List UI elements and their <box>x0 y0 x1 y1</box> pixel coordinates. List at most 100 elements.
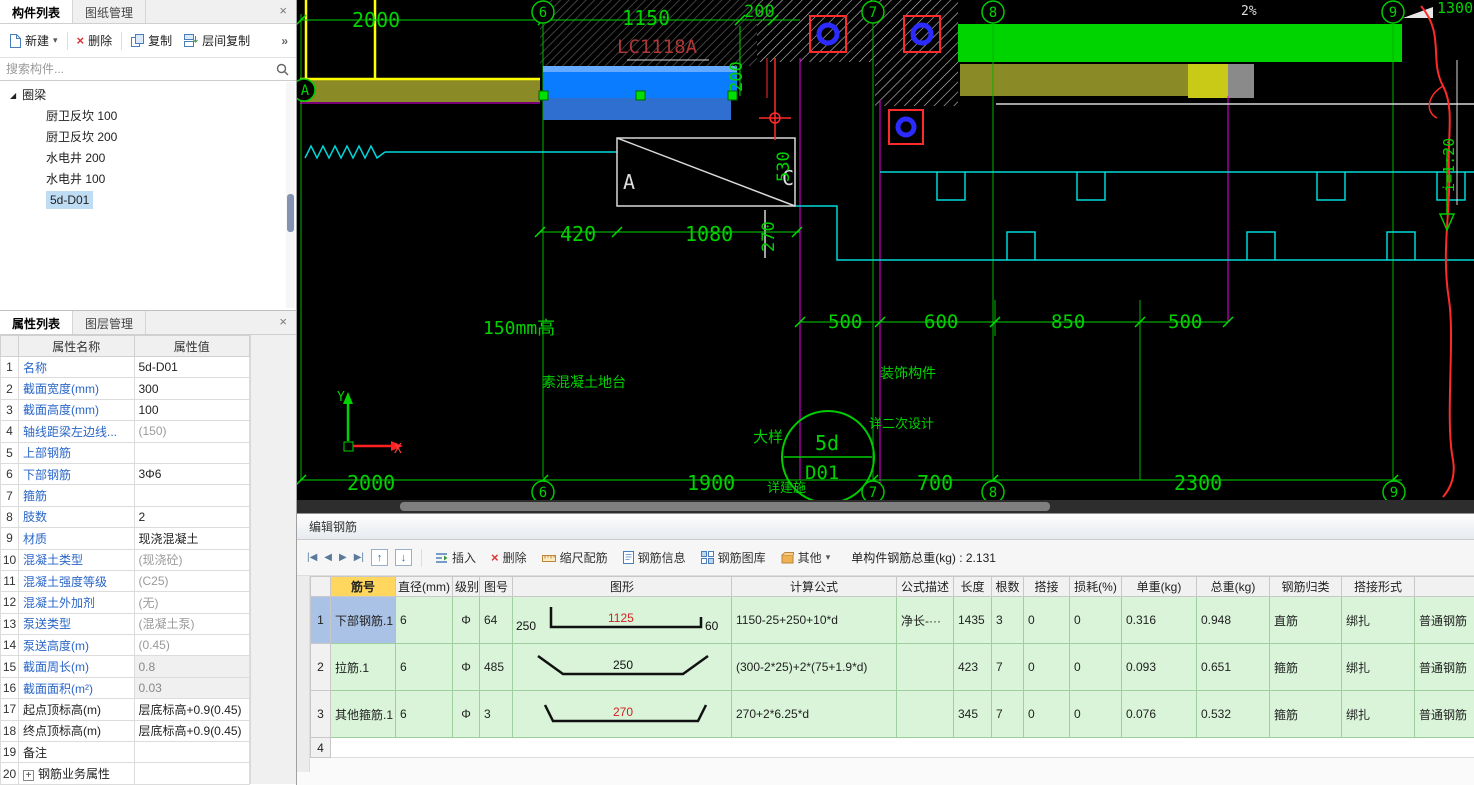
rebar-class-cell[interactable]: 箍筋 <box>1269 643 1342 691</box>
tab-layer-management[interactable]: 图层管理 <box>73 311 147 334</box>
delete-button[interactable]: × 删除 <box>72 29 118 52</box>
new-button[interactable]: 新建 ▾ <box>4 29 63 52</box>
property-value[interactable]: (C25) <box>133 569 250 593</box>
expand-plus-icon[interactable]: + <box>23 770 34 782</box>
rebar-shape-cell[interactable]: 250 1125 60 <box>512 596 732 644</box>
rebar-formula-cell[interactable]: 1150-25+250+10*d <box>731 596 897 644</box>
property-value[interactable]: 现浇混凝土 <box>133 527 250 550</box>
rebar-class-cell[interactable]: 直筋 <box>1269 596 1342 644</box>
property-value[interactable]: 2 <box>133 505 250 529</box>
property-value[interactable]: 300 <box>133 377 250 400</box>
nav-next-button[interactable]: ▶ <box>339 552 347 563</box>
rebar-fig-cell[interactable]: 3 <box>479 690 513 738</box>
tab-property-list[interactable]: 属性列表 <box>0 311 74 334</box>
layer-copy-button[interactable]: 层间复制 <box>179 29 255 52</box>
rebar-library-button[interactable]: 钢筋图库 <box>697 547 770 568</box>
search-input[interactable] <box>0 59 276 79</box>
rebar-type-cell[interactable]: 普通钢筋 <box>1414 643 1474 691</box>
tree-scrollbar[interactable] <box>286 82 295 308</box>
rebar-fig-cell[interactable]: 64 <box>479 596 513 644</box>
rebar-count-cell[interactable]: 7 <box>991 690 1024 738</box>
rebar-fig-cell[interactable]: 485 <box>479 643 513 691</box>
rebar-count-cell[interactable]: 3 <box>991 596 1024 644</box>
tree-item[interactable]: 水电井 200 <box>0 148 296 169</box>
expand-icon[interactable]: ◢ <box>10 91 16 100</box>
tree-node-ring-beam[interactable]: ◢ 圈梁 <box>0 85 296 106</box>
rebar-count-cell[interactable]: 7 <box>991 643 1024 691</box>
rebar-name-cell[interactable]: 拉筋.1 <box>330 643 396 691</box>
tree-item[interactable]: 厨卫反坎 100 <box>0 106 296 127</box>
other-button[interactable]: 其他 ▾ <box>777 547 835 568</box>
rebar-level-cell[interactable]: Φ <box>452 690 480 738</box>
rebar-level-cell[interactable]: Φ <box>452 596 480 644</box>
rebar-class-cell[interactable]: 箍筋 <box>1269 690 1342 738</box>
rebar-dia-cell[interactable]: 6 <box>395 643 453 691</box>
rebar-empty-cell[interactable] <box>330 737 1474 758</box>
nav-first-button[interactable]: |◀ <box>307 552 317 563</box>
move-down-button[interactable]: ↓ <box>395 549 412 566</box>
close-icon[interactable]: × <box>270 311 296 334</box>
tree-scrollbar-thumb[interactable] <box>287 194 294 232</box>
insert-button[interactable]: 插入 <box>431 547 480 568</box>
rebar-loss-cell[interactable]: 0 <box>1069 596 1122 644</box>
rebar-dia-cell[interactable]: 6 <box>395 596 453 644</box>
rebar-dia-cell[interactable]: 6 <box>395 690 453 738</box>
rebar-name-cell[interactable]: 下部钢筋.1 <box>330 596 396 644</box>
property-value[interactable]: (150) <box>133 420 250 443</box>
rebar-row-selected[interactable]: 1 下部钢筋.1 6 Φ 64 250 1125 60 1150-25+250+… <box>310 596 1474 644</box>
copy-button[interactable]: 复制 <box>126 29 177 52</box>
rebar-lapform-cell[interactable]: 绑扎 <box>1341 643 1415 691</box>
property-value[interactable]: (0.45) <box>133 634 250 657</box>
nav-prev-button[interactable]: ◀ <box>324 552 332 563</box>
green-slab-band[interactable] <box>958 24 1402 62</box>
rebar-lap-cell[interactable]: 0 <box>1023 643 1070 691</box>
rebar-name-cell[interactable]: 其他箍筋.1 <box>330 690 396 738</box>
property-value[interactable]: (无) <box>133 591 250 614</box>
rebar-loss-cell[interactable]: 0 <box>1069 690 1122 738</box>
property-value[interactable]: 层底标高+0.9(0.45) <box>133 698 250 721</box>
property-value[interactable] <box>133 484 250 507</box>
rebar-lap-cell[interactable]: 0 <box>1023 596 1070 644</box>
property-value[interactable]: 100 <box>133 398 250 422</box>
cad-horizontal-scrollbar[interactable] <box>297 500 1474 513</box>
property-value[interactable]: 3Φ6 <box>133 462 250 486</box>
rebar-shape-cell[interactable]: 250 <box>512 643 732 691</box>
tree-item-selected[interactable]: 5d-D01 <box>0 190 296 211</box>
rebar-formula-cell[interactable]: (300-2*25)+2*(75+1.9*d) <box>731 643 897 691</box>
cad-scrollbar-thumb[interactable] <box>400 502 1050 511</box>
rebar-lapform-cell[interactable]: 绑扎 <box>1341 596 1415 644</box>
rebar-row[interactable]: 3 其他箍筋.1 6 Φ 3 270 270+2*6.25*d 345 7 0 … <box>310 690 1474 738</box>
rebar-lapform-cell[interactable]: 绑扎 <box>1341 690 1415 738</box>
close-icon[interactable]: × <box>270 0 296 23</box>
delete-row-button[interactable]: × 删除 <box>487 547 531 568</box>
search-icon[interactable] <box>276 63 289 76</box>
property-value[interactable] <box>133 741 250 764</box>
tab-drawing-management[interactable]: 图纸管理 <box>73 0 147 23</box>
cad-viewport[interactable]: 6 7 8 9 6 7 8 9 A 2000 1150 200 200 LC11… <box>297 0 1474 513</box>
selected-beam-5d-d01[interactable] <box>538 66 738 120</box>
property-value[interactable]: 层底标高+0.9(0.45) <box>133 719 250 743</box>
rebar-loss-cell[interactable]: 0 <box>1069 643 1122 691</box>
scale-rebar-button[interactable]: 缩尺配筋 <box>538 547 612 568</box>
grip-handle[interactable] <box>538 90 549 101</box>
tree-item[interactable]: 水电井 100 <box>0 169 296 190</box>
rebar-type-cell[interactable]: 普通钢筋 <box>1414 690 1474 738</box>
toolbar-overflow-icon[interactable]: » <box>281 34 292 48</box>
property-value[interactable]: (现浇砼) <box>133 548 250 571</box>
property-value[interactable]: (混凝土泵) <box>133 612 250 636</box>
rebar-lap-cell[interactable]: 0 <box>1023 690 1070 738</box>
rebar-formula-cell[interactable]: 270+2*6.25*d <box>731 690 897 738</box>
move-up-button[interactable]: ↑ <box>371 549 388 566</box>
rebar-type-cell[interactable]: 普通钢筋 <box>1414 596 1474 644</box>
rebar-shape-cell[interactable]: 270 <box>512 690 732 738</box>
rebar-level-cell[interactable]: Φ <box>452 643 480 691</box>
rebar-info-button[interactable]: 钢筋信息 <box>619 547 690 568</box>
property-value[interactable]: 5d-D01 <box>133 355 250 379</box>
tab-component-list[interactable]: 构件列表 <box>0 0 74 23</box>
tree-item[interactable]: 厨卫反坎 200 <box>0 127 296 148</box>
rebar-row-empty[interactable]: 4 <box>310 737 1474 758</box>
rebar-row[interactable]: 2 拉筋.1 6 Φ 485 250 (300-2*25)+2*(75+1.9*… <box>310 643 1474 691</box>
nav-last-button[interactable]: ▶| <box>354 552 364 563</box>
grip-handle[interactable] <box>635 90 646 101</box>
property-value[interactable] <box>133 441 250 464</box>
